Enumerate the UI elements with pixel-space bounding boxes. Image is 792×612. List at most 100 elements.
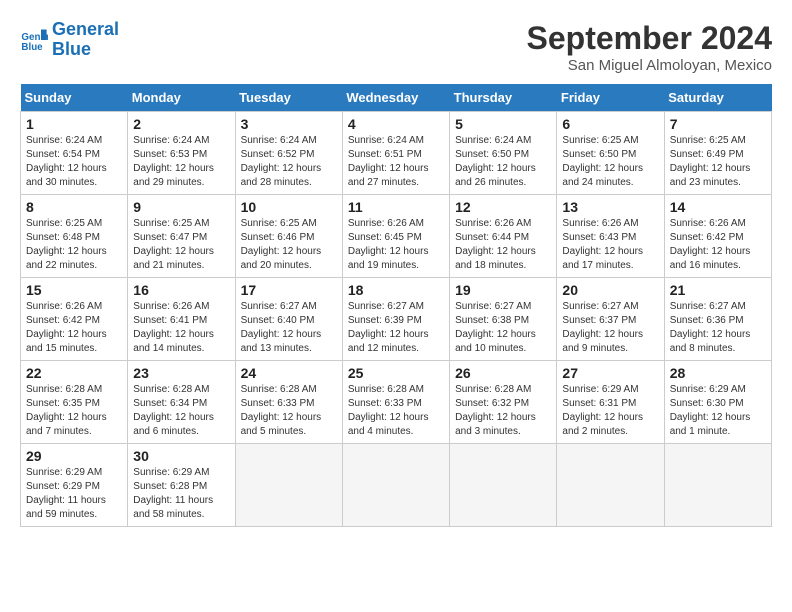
- day-info: Sunrise: 6:29 AMSunset: 6:29 PMDaylight:…: [26, 466, 122, 522]
- calendar-cell: 20 Sunrise: 6:27 AMSunset: 6:37 PMDaylig…: [557, 278, 664, 361]
- day-info: Sunrise: 6:24 AMSunset: 6:50 PMDaylight:…: [455, 134, 551, 190]
- col-saturday: Saturday: [664, 84, 771, 112]
- calendar-cell: 11 Sunrise: 6:26 AMSunset: 6:45 PMDaylig…: [342, 195, 449, 278]
- day-number: 10: [241, 199, 337, 215]
- col-monday: Monday: [128, 84, 235, 112]
- day-number: 13: [562, 199, 658, 215]
- day-info: Sunrise: 6:29 AMSunset: 6:31 PMDaylight:…: [562, 383, 658, 439]
- calendar-week-2: 8 Sunrise: 6:25 AMSunset: 6:48 PMDayligh…: [21, 195, 772, 278]
- day-number: 18: [348, 282, 444, 298]
- calendar-cell: 26 Sunrise: 6:28 AMSunset: 6:32 PMDaylig…: [450, 361, 557, 444]
- calendar-cell: 7 Sunrise: 6:25 AMSunset: 6:49 PMDayligh…: [664, 112, 771, 195]
- day-info: Sunrise: 6:26 AMSunset: 6:45 PMDaylight:…: [348, 217, 444, 273]
- day-number: 20: [562, 282, 658, 298]
- day-number: 6: [562, 116, 658, 132]
- day-number: 11: [348, 199, 444, 215]
- month-year: September 2024: [527, 20, 772, 57]
- day-number: 23: [133, 365, 229, 381]
- day-number: 3: [241, 116, 337, 132]
- day-info: Sunrise: 6:27 AMSunset: 6:37 PMDaylight:…: [562, 300, 658, 356]
- logo: General Blue General Blue: [20, 20, 119, 60]
- day-number: 19: [455, 282, 551, 298]
- day-number: 14: [670, 199, 766, 215]
- day-number: 12: [455, 199, 551, 215]
- calendar-cell: 17 Sunrise: 6:27 AMSunset: 6:40 PMDaylig…: [235, 278, 342, 361]
- day-number: 8: [26, 199, 122, 215]
- calendar-cell: 9 Sunrise: 6:25 AMSunset: 6:47 PMDayligh…: [128, 195, 235, 278]
- day-number: 29: [26, 448, 122, 464]
- calendar-cell: 10 Sunrise: 6:25 AMSunset: 6:46 PMDaylig…: [235, 195, 342, 278]
- day-info: Sunrise: 6:28 AMSunset: 6:33 PMDaylight:…: [241, 383, 337, 439]
- day-number: 7: [670, 116, 766, 132]
- calendar-cell: 29 Sunrise: 6:29 AMSunset: 6:29 PMDaylig…: [21, 444, 128, 527]
- calendar-cell: [342, 444, 449, 527]
- calendar-cell: 28 Sunrise: 6:29 AMSunset: 6:30 PMDaylig…: [664, 361, 771, 444]
- calendar-cell: 13 Sunrise: 6:26 AMSunset: 6:43 PMDaylig…: [557, 195, 664, 278]
- col-thursday: Thursday: [450, 84, 557, 112]
- header-row: Sunday Monday Tuesday Wednesday Thursday…: [21, 84, 772, 112]
- day-info: Sunrise: 6:26 AMSunset: 6:41 PMDaylight:…: [133, 300, 229, 356]
- calendar-cell: 15 Sunrise: 6:26 AMSunset: 6:42 PMDaylig…: [21, 278, 128, 361]
- calendar-cell: [235, 444, 342, 527]
- day-info: Sunrise: 6:28 AMSunset: 6:34 PMDaylight:…: [133, 383, 229, 439]
- calendar-cell: 4 Sunrise: 6:24 AMSunset: 6:51 PMDayligh…: [342, 112, 449, 195]
- day-number: 5: [455, 116, 551, 132]
- logo-blue: Blue: [52, 39, 91, 59]
- day-info: Sunrise: 6:27 AMSunset: 6:39 PMDaylight:…: [348, 300, 444, 356]
- col-tuesday: Tuesday: [235, 84, 342, 112]
- day-number: 25: [348, 365, 444, 381]
- day-info: Sunrise: 6:25 AMSunset: 6:50 PMDaylight:…: [562, 134, 658, 190]
- day-info: Sunrise: 6:29 AMSunset: 6:28 PMDaylight:…: [133, 466, 229, 522]
- col-sunday: Sunday: [21, 84, 128, 112]
- day-info: Sunrise: 6:24 AMSunset: 6:53 PMDaylight:…: [133, 134, 229, 190]
- calendar-cell: 6 Sunrise: 6:25 AMSunset: 6:50 PMDayligh…: [557, 112, 664, 195]
- day-info: Sunrise: 6:27 AMSunset: 6:38 PMDaylight:…: [455, 300, 551, 356]
- day-number: 17: [241, 282, 337, 298]
- day-info: Sunrise: 6:27 AMSunset: 6:36 PMDaylight:…: [670, 300, 766, 356]
- day-info: Sunrise: 6:24 AMSunset: 6:52 PMDaylight:…: [241, 134, 337, 190]
- day-info: Sunrise: 6:27 AMSunset: 6:40 PMDaylight:…: [241, 300, 337, 356]
- calendar-cell: 21 Sunrise: 6:27 AMSunset: 6:36 PMDaylig…: [664, 278, 771, 361]
- calendar-cell: 22 Sunrise: 6:28 AMSunset: 6:35 PMDaylig…: [21, 361, 128, 444]
- calendar-cell: 18 Sunrise: 6:27 AMSunset: 6:39 PMDaylig…: [342, 278, 449, 361]
- calendar-cell: [450, 444, 557, 527]
- day-number: 24: [241, 365, 337, 381]
- day-info: Sunrise: 6:26 AMSunset: 6:42 PMDaylight:…: [670, 217, 766, 273]
- col-friday: Friday: [557, 84, 664, 112]
- calendar-week-5: 29 Sunrise: 6:29 AMSunset: 6:29 PMDaylig…: [21, 444, 772, 527]
- logo-general: General: [52, 19, 119, 39]
- day-number: 16: [133, 282, 229, 298]
- calendar-cell: 3 Sunrise: 6:24 AMSunset: 6:52 PMDayligh…: [235, 112, 342, 195]
- day-info: Sunrise: 6:28 AMSunset: 6:35 PMDaylight:…: [26, 383, 122, 439]
- day-number: 2: [133, 116, 229, 132]
- day-info: Sunrise: 6:24 AMSunset: 6:51 PMDaylight:…: [348, 134, 444, 190]
- col-wednesday: Wednesday: [342, 84, 449, 112]
- calendar-cell: 16 Sunrise: 6:26 AMSunset: 6:41 PMDaylig…: [128, 278, 235, 361]
- location: San Miguel Almoloyan, Mexico: [527, 57, 772, 74]
- calendar-cell: 8 Sunrise: 6:25 AMSunset: 6:48 PMDayligh…: [21, 195, 128, 278]
- day-number: 21: [670, 282, 766, 298]
- calendar-cell: 23 Sunrise: 6:28 AMSunset: 6:34 PMDaylig…: [128, 361, 235, 444]
- day-number: 4: [348, 116, 444, 132]
- calendar-week-3: 15 Sunrise: 6:26 AMSunset: 6:42 PMDaylig…: [21, 278, 772, 361]
- calendar-cell: 19 Sunrise: 6:27 AMSunset: 6:38 PMDaylig…: [450, 278, 557, 361]
- day-info: Sunrise: 6:25 AMSunset: 6:47 PMDaylight:…: [133, 217, 229, 273]
- day-number: 26: [455, 365, 551, 381]
- logo-icon: General Blue: [20, 26, 48, 54]
- day-info: Sunrise: 6:26 AMSunset: 6:42 PMDaylight:…: [26, 300, 122, 356]
- day-number: 1: [26, 116, 122, 132]
- day-info: Sunrise: 6:25 AMSunset: 6:46 PMDaylight:…: [241, 217, 337, 273]
- svg-text:Blue: Blue: [21, 42, 43, 53]
- header: General Blue General Blue September 2024…: [20, 20, 772, 74]
- calendar-week-4: 22 Sunrise: 6:28 AMSunset: 6:35 PMDaylig…: [21, 361, 772, 444]
- calendar-cell: 30 Sunrise: 6:29 AMSunset: 6:28 PMDaylig…: [128, 444, 235, 527]
- calendar-cell: 24 Sunrise: 6:28 AMSunset: 6:33 PMDaylig…: [235, 361, 342, 444]
- day-info: Sunrise: 6:28 AMSunset: 6:33 PMDaylight:…: [348, 383, 444, 439]
- calendar-cell: [664, 444, 771, 527]
- day-info: Sunrise: 6:24 AMSunset: 6:54 PMDaylight:…: [26, 134, 122, 190]
- calendar-cell: 1 Sunrise: 6:24 AMSunset: 6:54 PMDayligh…: [21, 112, 128, 195]
- calendar-cell: 12 Sunrise: 6:26 AMSunset: 6:44 PMDaylig…: [450, 195, 557, 278]
- day-number: 15: [26, 282, 122, 298]
- day-number: 28: [670, 365, 766, 381]
- calendar-cell: 25 Sunrise: 6:28 AMSunset: 6:33 PMDaylig…: [342, 361, 449, 444]
